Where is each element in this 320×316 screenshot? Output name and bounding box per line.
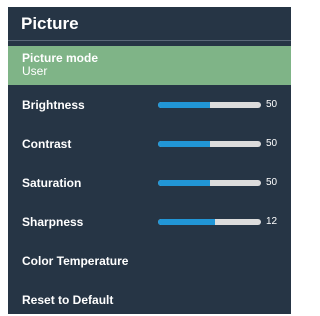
menu-item-sharpness[interactable]: Sharpness 12: [8, 202, 291, 241]
sharpness-value: 12: [266, 215, 278, 227]
contrast-label: Contrast: [22, 136, 72, 151]
menu-item-brightness[interactable]: Brightness 50: [8, 85, 291, 124]
contrast-slider[interactable]: [158, 140, 261, 147]
saturation-label: Saturation: [22, 175, 82, 190]
sharpness-slider[interactable]: [158, 218, 261, 225]
contrast-value: 50: [266, 137, 278, 149]
menu-item-contrast[interactable]: Contrast 50: [8, 124, 291, 163]
color-temperature-label: Color Temperature: [22, 253, 129, 268]
menu-item-picture-mode[interactable]: Picture mode User: [8, 46, 291, 85]
brightness-label: Brightness: [22, 97, 85, 112]
panel-title: Picture: [8, 7, 291, 41]
picture-settings-panel: Picture Picture mode User Brightness 50 …: [8, 7, 291, 314]
menu-item-reset-to-default[interactable]: Reset to Default: [8, 280, 291, 314]
reset-to-default-label: Reset to Default: [22, 292, 114, 307]
brightness-slider-fill: [158, 101, 210, 108]
picture-menu: Picture mode User Brightness 50 Contrast…: [8, 46, 291, 314]
picture-mode-value: User: [22, 64, 48, 78]
saturation-slider[interactable]: [158, 179, 261, 186]
saturation-value: 50: [266, 176, 278, 188]
brightness-slider[interactable]: [158, 101, 261, 108]
contrast-slider-fill: [158, 140, 210, 147]
picture-mode-label: Picture mode: [22, 51, 99, 65]
menu-item-saturation[interactable]: Saturation 50: [8, 163, 291, 202]
menu-item-color-temperature[interactable]: Color Temperature: [8, 241, 291, 280]
brightness-value: 50: [266, 98, 278, 110]
saturation-slider-fill: [158, 179, 210, 186]
sharpness-slider-fill: [158, 218, 215, 225]
sharpness-label: Sharpness: [22, 214, 84, 229]
